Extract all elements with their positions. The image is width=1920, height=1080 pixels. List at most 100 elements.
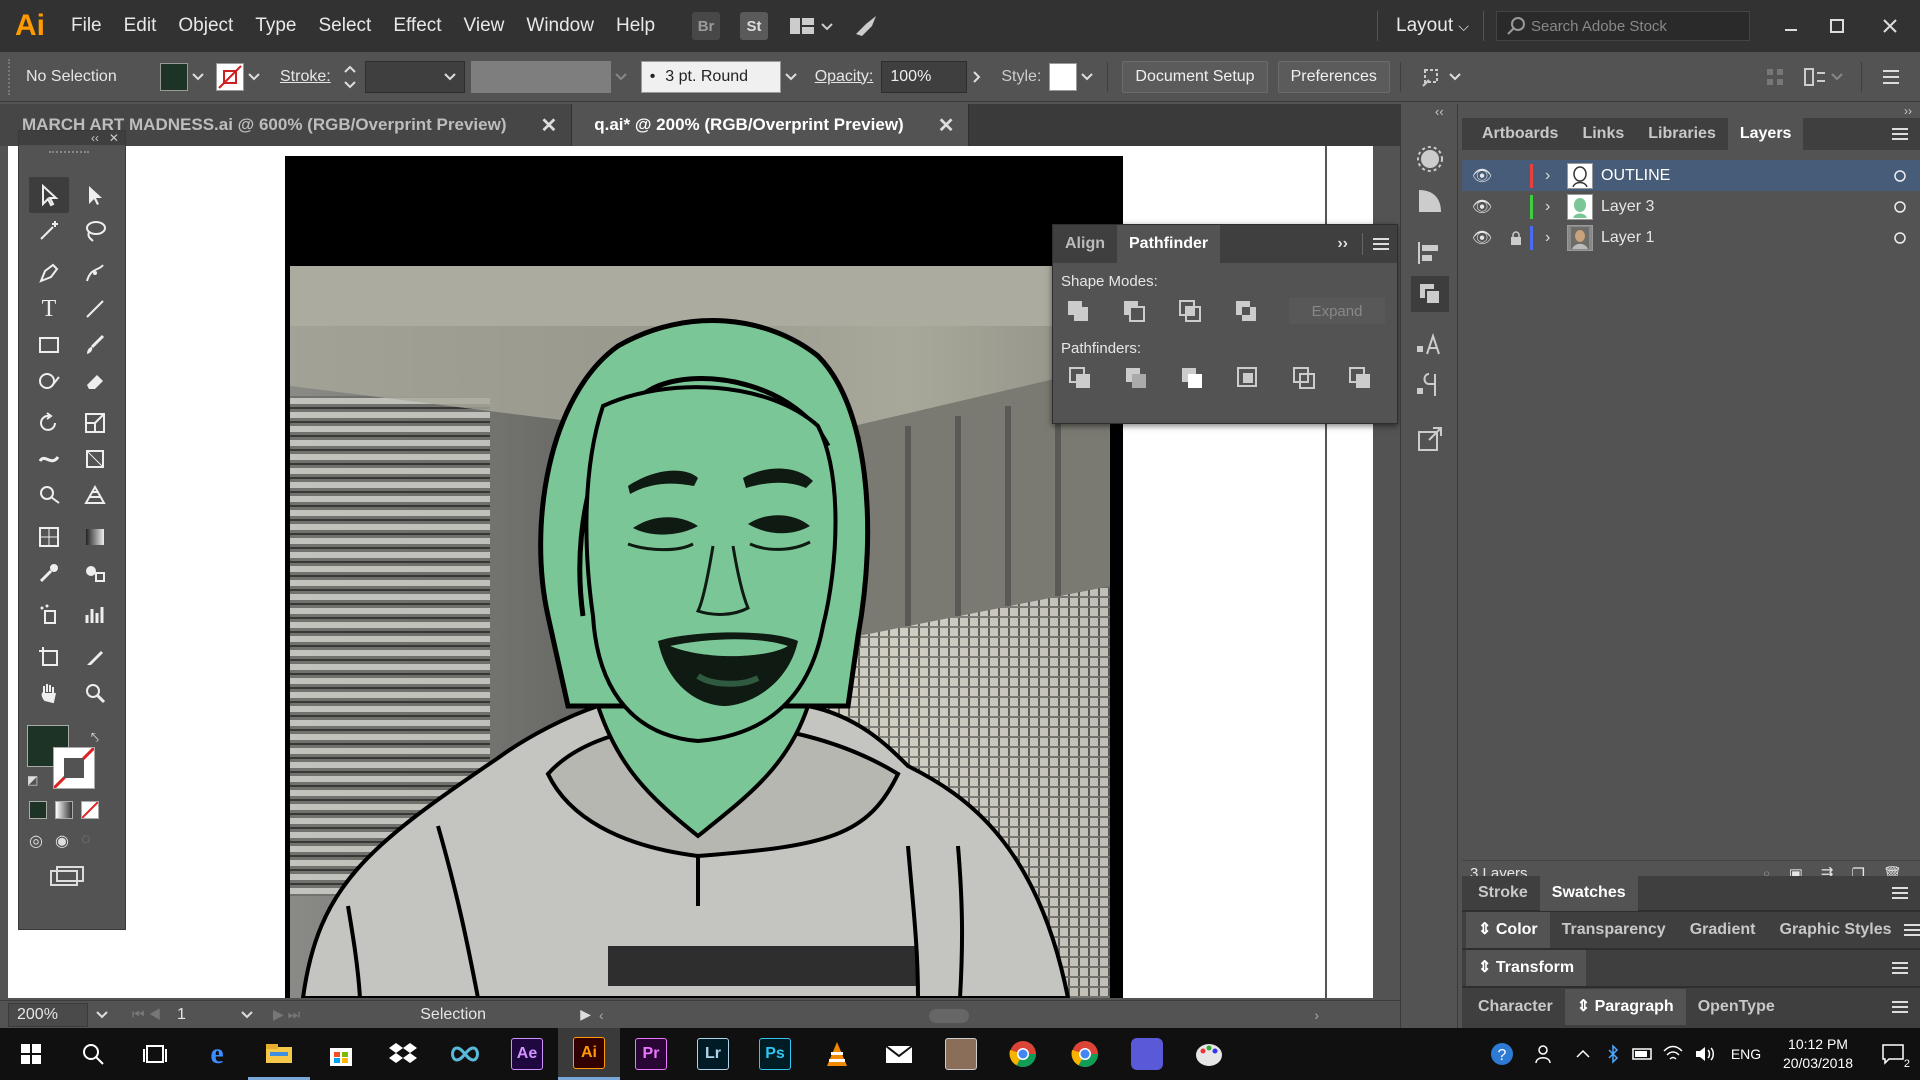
first-artboard-icon[interactable]: ⏮ ◀ — [132, 1006, 161, 1023]
layer-name[interactable]: Layer 1 — [1601, 229, 1880, 247]
language-indicator[interactable]: ENG — [1722, 1046, 1770, 1062]
panel-menu-icon[interactable] — [1903, 923, 1920, 937]
stroke-label[interactable]: Stroke: — [280, 68, 331, 86]
tab-links[interactable]: Links — [1570, 118, 1636, 150]
volume-icon[interactable] — [1688, 1028, 1722, 1080]
rotate-tool-icon[interactable] — [29, 405, 69, 441]
document-setup-button[interactable]: Document Setup — [1122, 60, 1268, 93]
brush-definition-field[interactable]: • 3 pt. Round — [640, 60, 781, 93]
selection-tool-icon[interactable] — [29, 177, 69, 213]
none-mode-icon[interactable] — [81, 801, 99, 819]
tab-transform[interactable]: ⇕ Transform — [1466, 950, 1587, 986]
stock-search-field[interactable]: Search Adobe Stock — [1496, 11, 1750, 41]
lock-icon[interactable] — [1502, 230, 1530, 245]
maximize-button[interactable] — [1814, 19, 1860, 33]
tab-pathfinder[interactable]: Pathfinder — [1117, 225, 1221, 263]
collapse-panel-icon[interactable]: ›› — [1337, 235, 1348, 253]
lasso-icon[interactable] — [75, 213, 115, 249]
horizontal-scrollbar[interactable]: ‹ › — [599, 1005, 1319, 1025]
gradient-tool-icon[interactable] — [75, 519, 115, 555]
chevron-right-icon[interactable]: › — [1545, 198, 1567, 216]
menu-window[interactable]: Window — [515, 0, 605, 52]
exclude-icon[interactable] — [1233, 298, 1259, 324]
tab-libraries[interactable]: Libraries — [1636, 118, 1728, 150]
visibility-eye-icon[interactable]: 👁 — [1462, 197, 1502, 217]
artboard-tool-icon[interactable] — [29, 639, 69, 675]
menu-edit[interactable]: Edit — [113, 0, 168, 52]
tab-graphic-styles[interactable]: Graphic Styles — [1768, 912, 1904, 948]
visibility-eye-icon[interactable]: 👁 — [1462, 228, 1502, 248]
workspace-switcher[interactable]: Layout ⌵ — [1378, 0, 1483, 52]
scale-tool-icon[interactable] — [75, 405, 115, 441]
chevron-right-icon[interactable]: › — [1545, 229, 1567, 247]
task-view-icon[interactable] — [124, 1028, 186, 1080]
draw-normal-icon[interactable]: ◎ — [29, 831, 43, 851]
tab-artboards[interactable]: Artboards — [1470, 118, 1570, 150]
graphic-style-swatch[interactable] — [1049, 62, 1078, 91]
notifications-icon[interactable]: 2 — [1866, 1028, 1920, 1080]
appearance-panel-icon[interactable] — [1415, 144, 1445, 174]
chevron-up-icon[interactable] — [1568, 1028, 1598, 1080]
minimize-button[interactable] — [1768, 19, 1814, 33]
menu-object[interactable]: Object — [167, 0, 244, 52]
menu-file[interactable]: File — [60, 0, 113, 52]
transform-icon[interactable] — [1803, 65, 1827, 89]
chevron-right-icon[interactable]: › — [1545, 167, 1567, 185]
stroke-swatch[interactable] — [216, 62, 244, 91]
screen-mode-icon[interactable] — [49, 865, 85, 887]
layer-row-layer-3[interactable]: 👁 › Layer 3 — [1462, 191, 1920, 222]
photo-viewer-icon[interactable] — [930, 1028, 992, 1080]
help-icon[interactable]: ? — [1480, 1028, 1524, 1080]
shape-builder-icon[interactable] — [29, 477, 69, 513]
lightroom-icon[interactable]: Lr — [682, 1028, 744, 1080]
mail-icon[interactable] — [868, 1028, 930, 1080]
unite-icon[interactable] — [1065, 298, 1091, 324]
close-icon[interactable]: ✕ — [938, 113, 955, 138]
graphic-styles-icon[interactable] — [1415, 186, 1445, 216]
layer-row-layer-1[interactable]: 👁 › Layer 1 — [1462, 222, 1920, 253]
store-icon[interactable] — [310, 1028, 372, 1080]
style-dropdown[interactable] — [1077, 61, 1097, 93]
menu-effect[interactable]: Effect — [382, 0, 452, 52]
battery-icon[interactable] — [1628, 1028, 1658, 1080]
draw-inside-icon[interactable]: ◌ — [81, 831, 91, 849]
isolate-dropdown[interactable] — [1445, 61, 1465, 93]
layer-row-outline[interactable]: 👁 › OUTLINE — [1462, 160, 1920, 191]
clock[interactable]: 10:12 PM 20/03/2018 — [1770, 1035, 1866, 1073]
bluetooth-icon[interactable] — [1598, 1028, 1628, 1080]
minus-back-icon[interactable] — [1347, 365, 1373, 391]
messenger-icon[interactable] — [1116, 1028, 1178, 1080]
artboard-dropdown[interactable] — [237, 999, 257, 1031]
search-icon[interactable] — [62, 1028, 124, 1080]
close-icon[interactable]: ✕ — [540, 113, 557, 138]
zoom-dropdown[interactable] — [92, 999, 112, 1031]
stroke-weight-stepper[interactable] — [341, 61, 359, 93]
after-effects-icon[interactable]: Ae — [496, 1028, 558, 1080]
dropbox-icon[interactable] — [372, 1028, 434, 1080]
menu-view[interactable]: View — [453, 0, 516, 52]
type-tool-icon[interactable]: T — [29, 291, 69, 327]
stock-button[interactable]: St — [740, 12, 769, 40]
chrome-profile-icon[interactable] — [1054, 1028, 1116, 1080]
menu-help[interactable]: Help — [605, 0, 666, 52]
direct-selection-tool-icon[interactable] — [75, 177, 115, 213]
pathfinder-panel-icon[interactable] — [1411, 276, 1449, 312]
align-grid-icon[interactable] — [1765, 67, 1785, 87]
panel-menu-icon[interactable] — [1373, 237, 1389, 251]
tab-transparency[interactable]: Transparency — [1550, 912, 1678, 948]
paragraph-styles-icon[interactable] — [1415, 370, 1445, 400]
tab-character[interactable]: Character — [1466, 989, 1565, 1025]
menu-type[interactable]: Type — [244, 0, 307, 52]
width-tool-icon[interactable] — [29, 441, 69, 477]
tab-q-ai[interactable]: q.ai* @ 200% (RGB/Overprint Preview) ✕ — [572, 104, 970, 146]
rectangle-tool-icon[interactable] — [29, 327, 69, 363]
edge-icon[interactable]: e — [186, 1028, 248, 1080]
artboard-number[interactable]: 1 — [177, 1006, 237, 1024]
control-menu-icon[interactable] — [1882, 69, 1900, 85]
tab-gradient[interactable]: Gradient — [1678, 912, 1768, 948]
photoshop-icon[interactable]: Ps — [744, 1028, 806, 1080]
tab-paragraph[interactable]: ⇕ Paragraph — [1564, 989, 1686, 1025]
paintbrush-tool-icon[interactable] — [75, 327, 115, 363]
gradient-mode-icon[interactable] — [55, 801, 73, 819]
profile-dropdown[interactable] — [611, 61, 631, 93]
